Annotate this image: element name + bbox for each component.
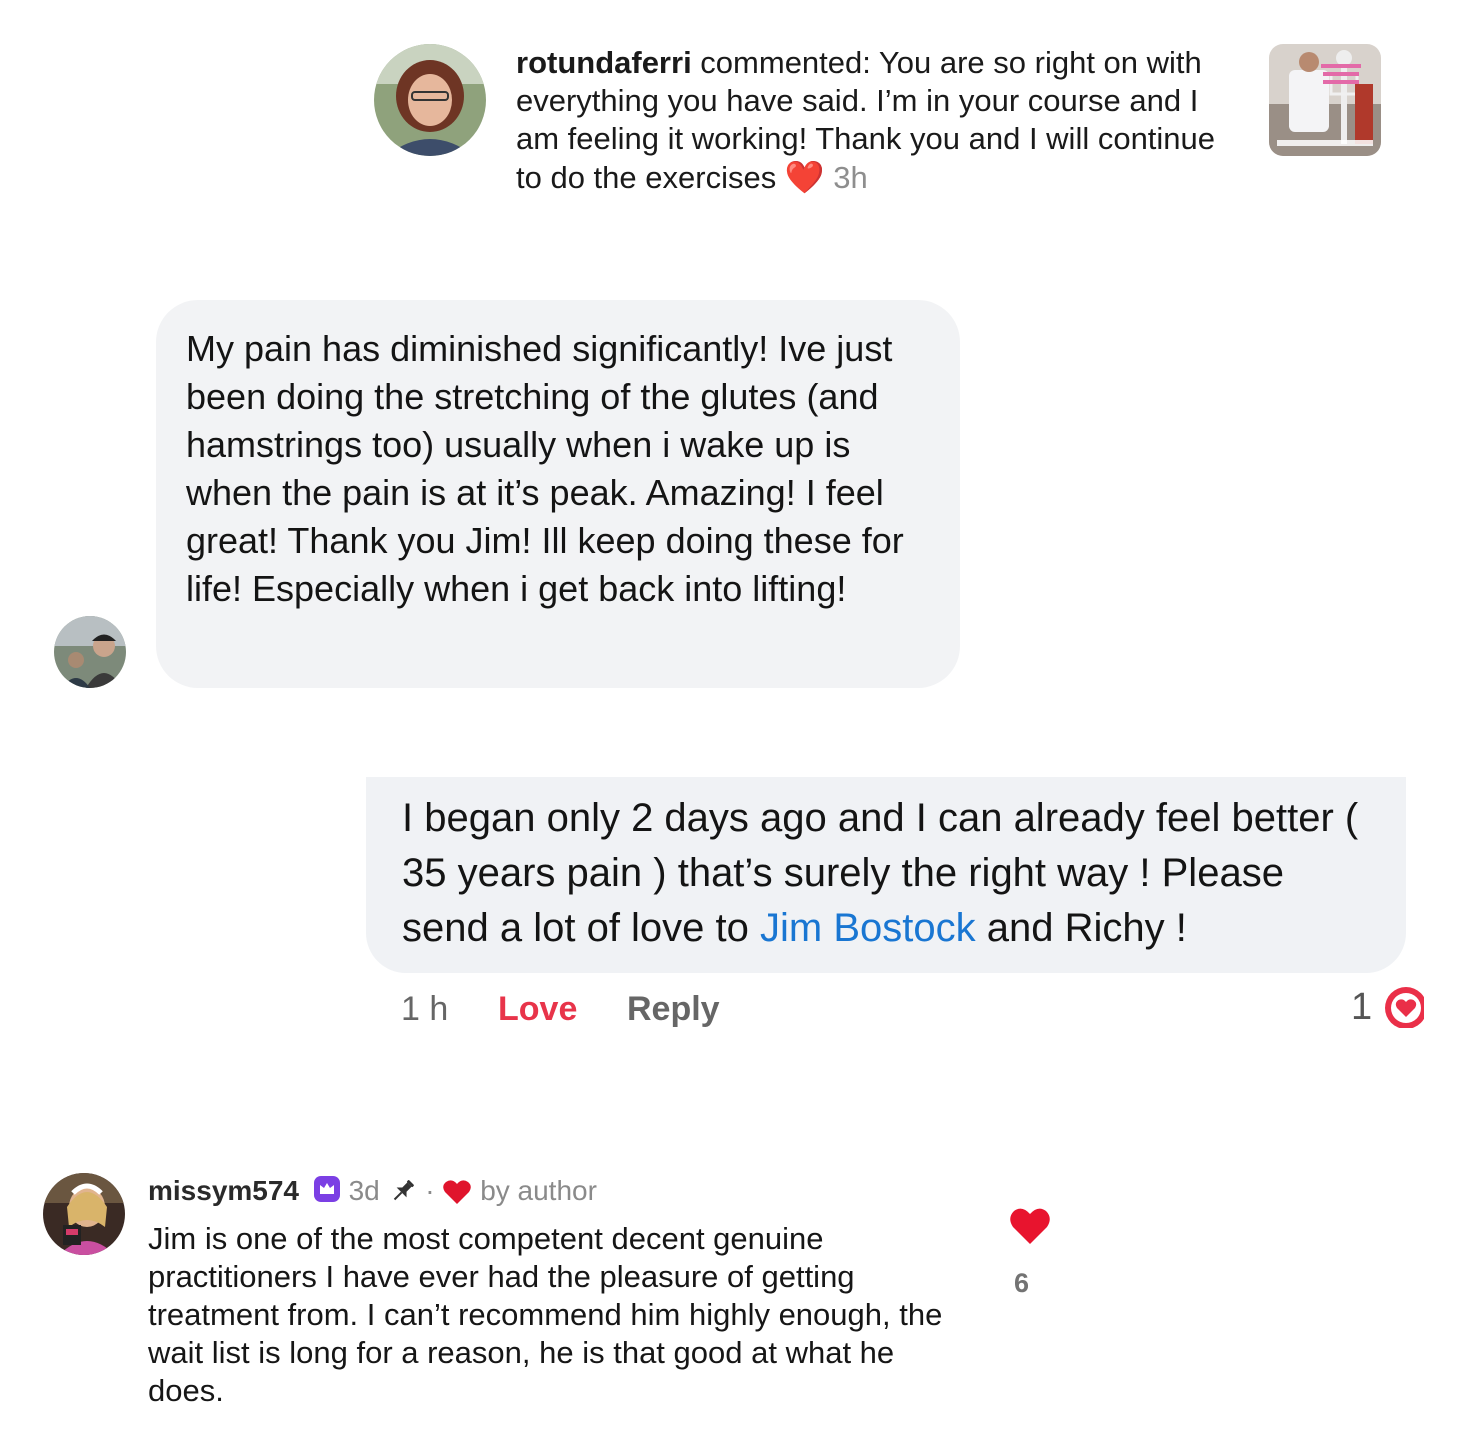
notification-username[interactable]: rotundaferri	[516, 45, 692, 80]
message-bubble-received: My pain has diminished significantly! Iv…	[156, 300, 960, 688]
author-heart-icon	[442, 1178, 472, 1213]
love-reaction-icon[interactable]	[1384, 986, 1424, 1028]
comment-meta: missym574 3d · by author	[148, 1175, 597, 1213]
post-thumbnail[interactable]	[1269, 44, 1381, 156]
comment-text-end: and Richy !	[975, 906, 1187, 950]
meta-separator: ·	[425, 1175, 435, 1206]
avatar-missym574[interactable]	[43, 1173, 125, 1255]
pin-icon	[388, 1176, 418, 1213]
mention-link[interactable]: Jim Bostock	[760, 906, 976, 950]
like-count: 6	[1014, 1268, 1030, 1298]
notification-time: 3h	[833, 160, 868, 195]
message-bubble-comment: I began only 2 days ago and I can alread…	[366, 777, 1406, 973]
reaction-count: 1	[1351, 986, 1373, 1028]
creator-badge-icon	[313, 1175, 341, 1210]
message-text: My pain has diminished significantly! Iv…	[186, 328, 904, 609]
avatar-rotundaferri[interactable]	[374, 44, 486, 156]
comment-timestamp: 1 h	[401, 990, 449, 1028]
avatar-message-sender[interactable]	[54, 616, 126, 688]
comment-username[interactable]: missym574	[148, 1175, 299, 1206]
like-heart-icon[interactable]	[1008, 1206, 1052, 1246]
liked-by-author: by author	[480, 1175, 597, 1206]
comment-text: I began only 2 days ago and I can alread…	[402, 791, 1370, 956]
heart-emoji: ❤️	[784, 159, 825, 195]
notification-text: rotundaferri commented: You are so right…	[516, 44, 1236, 197]
love-button[interactable]: Love	[498, 990, 577, 1029]
comment-body: Jim is one of the most competent decent …	[148, 1221, 943, 1408]
reply-button[interactable]: Reply	[627, 990, 720, 1029]
comment-age: 3d	[348, 1175, 380, 1206]
